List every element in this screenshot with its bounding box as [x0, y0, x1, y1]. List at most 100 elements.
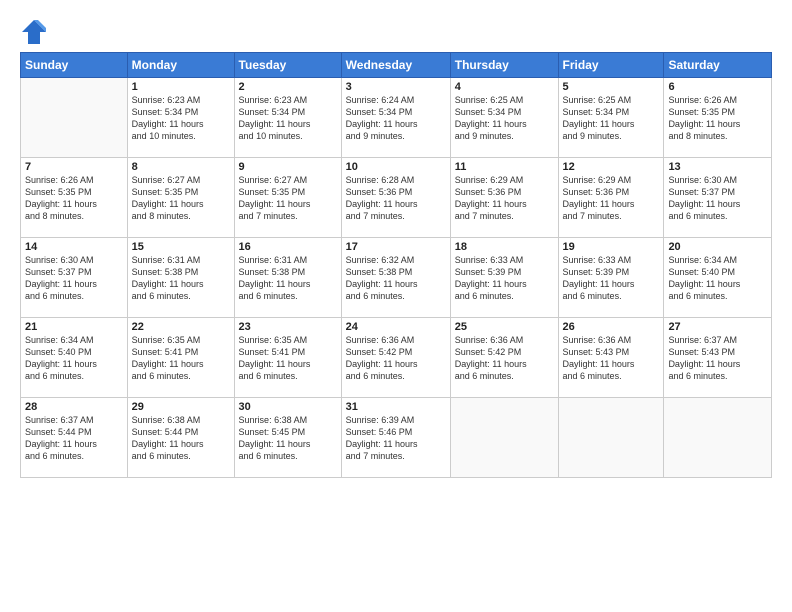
calendar-header-saturday: Saturday — [664, 53, 772, 78]
calendar-header-monday: Monday — [127, 53, 234, 78]
calendar-cell: 4Sunrise: 6:25 AM Sunset: 5:34 PM Daylig… — [450, 78, 558, 158]
day-number: 9 — [239, 161, 337, 173]
calendar-cell: 9Sunrise: 6:27 AM Sunset: 5:35 PM Daylig… — [234, 158, 341, 238]
calendar-cell: 12Sunrise: 6:29 AM Sunset: 5:36 PM Dayli… — [558, 158, 664, 238]
calendar-cell: 16Sunrise: 6:31 AM Sunset: 5:38 PM Dayli… — [234, 238, 341, 318]
calendar-cell — [450, 398, 558, 478]
day-number: 14 — [25, 241, 123, 253]
calendar-cell: 24Sunrise: 6:36 AM Sunset: 5:42 PM Dayli… — [341, 318, 450, 398]
calendar-cell: 28Sunrise: 6:37 AM Sunset: 5:44 PM Dayli… — [21, 398, 128, 478]
calendar-week-row: 7Sunrise: 6:26 AM Sunset: 5:35 PM Daylig… — [21, 158, 772, 238]
calendar-cell: 19Sunrise: 6:33 AM Sunset: 5:39 PM Dayli… — [558, 238, 664, 318]
day-number: 6 — [668, 81, 767, 93]
calendar-cell: 23Sunrise: 6:35 AM Sunset: 5:41 PM Dayli… — [234, 318, 341, 398]
day-number: 19 — [563, 241, 660, 253]
calendar-cell: 7Sunrise: 6:26 AM Sunset: 5:35 PM Daylig… — [21, 158, 128, 238]
day-info: Sunrise: 6:34 AM Sunset: 5:40 PM Dayligh… — [668, 254, 767, 303]
day-info: Sunrise: 6:28 AM Sunset: 5:36 PM Dayligh… — [346, 174, 446, 223]
day-info: Sunrise: 6:32 AM Sunset: 5:38 PM Dayligh… — [346, 254, 446, 303]
day-number: 10 — [346, 161, 446, 173]
day-info: Sunrise: 6:24 AM Sunset: 5:34 PM Dayligh… — [346, 94, 446, 143]
calendar-cell: 10Sunrise: 6:28 AM Sunset: 5:36 PM Dayli… — [341, 158, 450, 238]
calendar-week-row: 28Sunrise: 6:37 AM Sunset: 5:44 PM Dayli… — [21, 398, 772, 478]
calendar-cell: 18Sunrise: 6:33 AM Sunset: 5:39 PM Dayli… — [450, 238, 558, 318]
calendar-cell: 3Sunrise: 6:24 AM Sunset: 5:34 PM Daylig… — [341, 78, 450, 158]
day-number: 27 — [668, 321, 767, 333]
calendar-cell — [664, 398, 772, 478]
day-number: 20 — [668, 241, 767, 253]
day-info: Sunrise: 6:33 AM Sunset: 5:39 PM Dayligh… — [563, 254, 660, 303]
day-number: 23 — [239, 321, 337, 333]
day-number: 17 — [346, 241, 446, 253]
day-info: Sunrise: 6:33 AM Sunset: 5:39 PM Dayligh… — [455, 254, 554, 303]
day-number: 18 — [455, 241, 554, 253]
calendar-header-tuesday: Tuesday — [234, 53, 341, 78]
calendar-header-row: SundayMondayTuesdayWednesdayThursdayFrid… — [21, 53, 772, 78]
calendar-cell: 20Sunrise: 6:34 AM Sunset: 5:40 PM Dayli… — [664, 238, 772, 318]
calendar-cell: 13Sunrise: 6:30 AM Sunset: 5:37 PM Dayli… — [664, 158, 772, 238]
calendar-week-row: 1Sunrise: 6:23 AM Sunset: 5:34 PM Daylig… — [21, 78, 772, 158]
day-number: 29 — [132, 401, 230, 413]
day-number: 13 — [668, 161, 767, 173]
calendar-cell: 8Sunrise: 6:27 AM Sunset: 5:35 PM Daylig… — [127, 158, 234, 238]
calendar-cell: 1Sunrise: 6:23 AM Sunset: 5:34 PM Daylig… — [127, 78, 234, 158]
day-info: Sunrise: 6:31 AM Sunset: 5:38 PM Dayligh… — [239, 254, 337, 303]
calendar-cell: 17Sunrise: 6:32 AM Sunset: 5:38 PM Dayli… — [341, 238, 450, 318]
day-number: 21 — [25, 321, 123, 333]
day-number: 8 — [132, 161, 230, 173]
calendar-cell: 14Sunrise: 6:30 AM Sunset: 5:37 PM Dayli… — [21, 238, 128, 318]
day-info: Sunrise: 6:29 AM Sunset: 5:36 PM Dayligh… — [455, 174, 554, 223]
day-info: Sunrise: 6:39 AM Sunset: 5:46 PM Dayligh… — [346, 414, 446, 463]
calendar-cell: 29Sunrise: 6:38 AM Sunset: 5:44 PM Dayli… — [127, 398, 234, 478]
calendar-table: SundayMondayTuesdayWednesdayThursdayFrid… — [20, 52, 772, 478]
day-number: 3 — [346, 81, 446, 93]
calendar-cell: 31Sunrise: 6:39 AM Sunset: 5:46 PM Dayli… — [341, 398, 450, 478]
day-info: Sunrise: 6:30 AM Sunset: 5:37 PM Dayligh… — [668, 174, 767, 223]
calendar-cell: 6Sunrise: 6:26 AM Sunset: 5:35 PM Daylig… — [664, 78, 772, 158]
day-info: Sunrise: 6:23 AM Sunset: 5:34 PM Dayligh… — [239, 94, 337, 143]
day-number: 26 — [563, 321, 660, 333]
day-number: 12 — [563, 161, 660, 173]
day-info: Sunrise: 6:36 AM Sunset: 5:43 PM Dayligh… — [563, 334, 660, 383]
day-info: Sunrise: 6:35 AM Sunset: 5:41 PM Dayligh… — [239, 334, 337, 383]
day-info: Sunrise: 6:26 AM Sunset: 5:35 PM Dayligh… — [25, 174, 123, 223]
calendar-cell — [21, 78, 128, 158]
day-info: Sunrise: 6:27 AM Sunset: 5:35 PM Dayligh… — [132, 174, 230, 223]
day-number: 15 — [132, 241, 230, 253]
logo — [20, 18, 50, 46]
calendar-cell: 5Sunrise: 6:25 AM Sunset: 5:34 PM Daylig… — [558, 78, 664, 158]
day-number: 4 — [455, 81, 554, 93]
calendar-header-sunday: Sunday — [21, 53, 128, 78]
calendar-header-wednesday: Wednesday — [341, 53, 450, 78]
calendar-cell: 26Sunrise: 6:36 AM Sunset: 5:43 PM Dayli… — [558, 318, 664, 398]
calendar-week-row: 14Sunrise: 6:30 AM Sunset: 5:37 PM Dayli… — [21, 238, 772, 318]
day-info: Sunrise: 6:36 AM Sunset: 5:42 PM Dayligh… — [455, 334, 554, 383]
day-number: 7 — [25, 161, 123, 173]
day-info: Sunrise: 6:23 AM Sunset: 5:34 PM Dayligh… — [132, 94, 230, 143]
day-info: Sunrise: 6:38 AM Sunset: 5:44 PM Dayligh… — [132, 414, 230, 463]
day-info: Sunrise: 6:37 AM Sunset: 5:44 PM Dayligh… — [25, 414, 123, 463]
day-info: Sunrise: 6:27 AM Sunset: 5:35 PM Dayligh… — [239, 174, 337, 223]
calendar-cell: 22Sunrise: 6:35 AM Sunset: 5:41 PM Dayli… — [127, 318, 234, 398]
calendar-cell: 25Sunrise: 6:36 AM Sunset: 5:42 PM Dayli… — [450, 318, 558, 398]
day-info: Sunrise: 6:36 AM Sunset: 5:42 PM Dayligh… — [346, 334, 446, 383]
logo-icon — [20, 18, 48, 46]
day-info: Sunrise: 6:25 AM Sunset: 5:34 PM Dayligh… — [455, 94, 554, 143]
page: SundayMondayTuesdayWednesdayThursdayFrid… — [0, 0, 792, 612]
calendar-cell: 2Sunrise: 6:23 AM Sunset: 5:34 PM Daylig… — [234, 78, 341, 158]
day-info: Sunrise: 6:35 AM Sunset: 5:41 PM Dayligh… — [132, 334, 230, 383]
day-number: 24 — [346, 321, 446, 333]
day-number: 11 — [455, 161, 554, 173]
calendar-week-row: 21Sunrise: 6:34 AM Sunset: 5:40 PM Dayli… — [21, 318, 772, 398]
day-number: 31 — [346, 401, 446, 413]
day-info: Sunrise: 6:29 AM Sunset: 5:36 PM Dayligh… — [563, 174, 660, 223]
calendar-cell: 27Sunrise: 6:37 AM Sunset: 5:43 PM Dayli… — [664, 318, 772, 398]
day-info: Sunrise: 6:30 AM Sunset: 5:37 PM Dayligh… — [25, 254, 123, 303]
day-number: 30 — [239, 401, 337, 413]
header — [20, 18, 772, 46]
calendar-cell: 21Sunrise: 6:34 AM Sunset: 5:40 PM Dayli… — [21, 318, 128, 398]
day-number: 16 — [239, 241, 337, 253]
calendar-cell — [558, 398, 664, 478]
calendar-header-thursday: Thursday — [450, 53, 558, 78]
day-info: Sunrise: 6:26 AM Sunset: 5:35 PM Dayligh… — [668, 94, 767, 143]
